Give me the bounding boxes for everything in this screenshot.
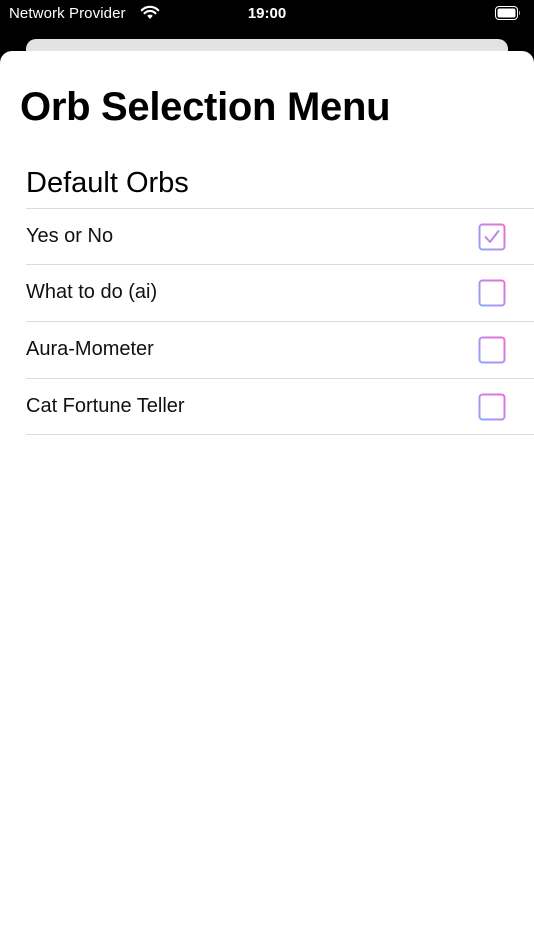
orb-row-yes-or-no[interactable]: Yes or No (26, 209, 534, 265)
status-time: 19:00 (247, 5, 287, 22)
orb-label: What to do (ai) (26, 281, 158, 303)
page-title: Orb Selection Menu (20, 85, 391, 129)
orb-checkbox-unchecked-icon[interactable] (478, 279, 506, 307)
orb-checkbox-unchecked-icon[interactable] (478, 393, 506, 421)
orb-row-cat-fortune-teller[interactable]: Cat Fortune Teller (26, 379, 534, 435)
battery-full-icon (495, 6, 520, 20)
divider (26, 434, 534, 435)
status-bar: Network Provider 19:00 (0, 0, 534, 30)
section-header-default-orbs: Default Orbs (26, 167, 189, 199)
orb-checkbox-checked-icon[interactable] (478, 223, 506, 251)
orb-label: Aura-Mometer (26, 338, 154, 360)
orb-label: Yes or No (26, 225, 114, 247)
orb-checkbox-unchecked-icon[interactable] (478, 336, 506, 364)
orb-selection-sheet: Orb Selection Menu Default Orbs Yes or N… (0, 51, 534, 950)
orb-row-what-to-do-ai[interactable]: What to do (ai) (26, 265, 534, 321)
orb-label: Cat Fortune Teller (26, 395, 185, 417)
orb-row-aura-mometer[interactable]: Aura-Mometer (26, 322, 534, 378)
